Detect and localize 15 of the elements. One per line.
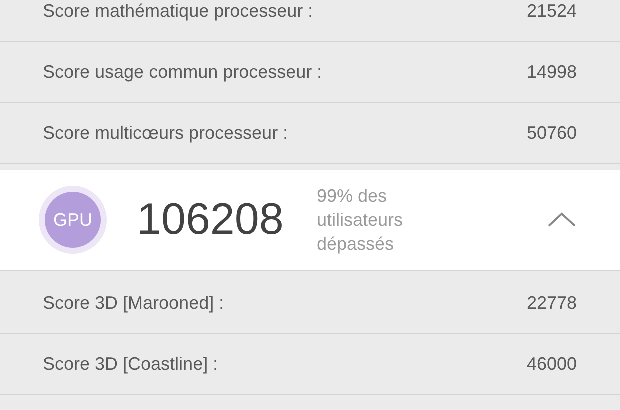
gpu-badge: GPU [45,192,101,248]
score-label: Score mathématique processeur : [43,0,314,22]
score-value: 14998 [526,62,577,82]
score-value: 46000 [526,354,577,374]
score-value: 50760 [526,122,577,144]
percentile-text: 99% des utilisateurs dépassés [317,185,404,256]
score-value: 21524 [526,0,577,22]
score-label: Score 3D [Coastline] : [43,354,218,374]
gpu-summary-panel[interactable]: GPU 106208 99% des utilisateurs dépassés [0,170,620,271]
score-value: 22778 [526,292,577,314]
score-label: Score 3D [Marooned] : [43,292,224,314]
score-label: Score multicœurs processeur : [43,122,288,144]
chevron-up-icon[interactable] [547,212,577,228]
gpu-score: 106208 [137,195,285,245]
score-label: Score usage commun processeur : [43,62,322,82]
